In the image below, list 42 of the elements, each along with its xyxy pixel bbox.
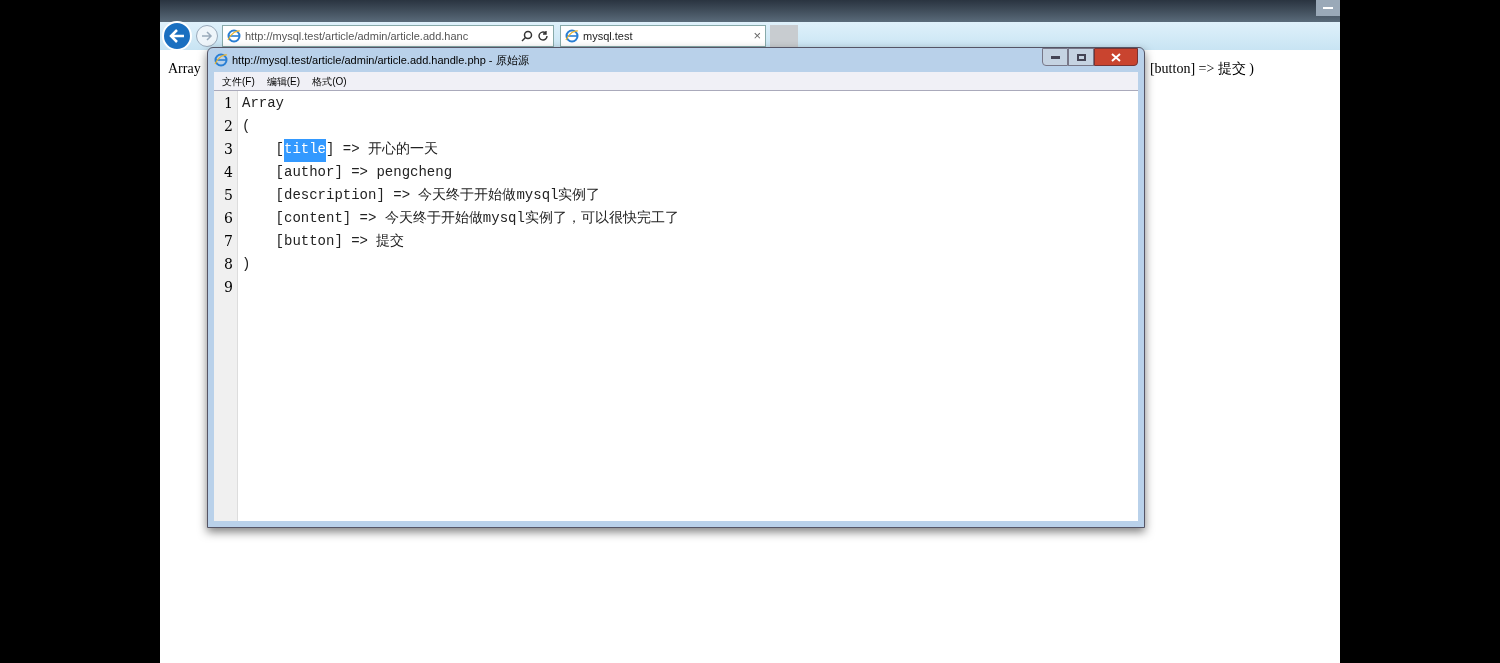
line-number: 1 [223, 94, 234, 113]
line-number: 4 [223, 163, 234, 182]
browser-e-icon [214, 53, 228, 67]
code-text: [author] => pengcheng [274, 163, 453, 182]
code-text: [ [274, 140, 284, 159]
browser-e-icon [565, 29, 579, 43]
address-field[interactable]: http://mysql.test/article/admin/article.add.hanc [222, 25, 554, 47]
refresh-icon[interactable] [537, 30, 549, 42]
line-number: 9 [223, 278, 234, 297]
tab-title: mysql.test [583, 28, 634, 44]
browser-tab[interactable]: mysql.test × [560, 25, 766, 47]
line-number: 3 [223, 140, 234, 159]
code-text: ] => 开心的一天 [326, 140, 439, 159]
line-number: 5 [223, 186, 234, 205]
code-text: Array [242, 94, 284, 113]
selected-code-text: title [284, 139, 327, 162]
page-text: Array [168, 60, 201, 78]
menu-item[interactable]: 文件(F) [222, 73, 255, 89]
browser-e-icon [227, 29, 241, 43]
line-number: 7 [223, 232, 234, 251]
address-text: http://mysql.test/article/admin/article.add.hanc [245, 28, 470, 44]
line-number: 8 [223, 255, 234, 274]
code-text: [button] => 提交 [274, 232, 405, 251]
line-number: 2 [223, 117, 234, 136]
code-text: [content] => 今天终于开始做mysql实例了，可以很快完工了 [274, 209, 679, 228]
minimize-button[interactable] [1042, 48, 1068, 66]
back-arrow-icon [169, 29, 185, 43]
window-title: http://mysql.test/article/admin/article.add.handle.php - 原始源 [232, 52, 529, 68]
back-button[interactable] [162, 21, 192, 51]
close-button[interactable] [1094, 48, 1138, 66]
forward-arrow-icon [201, 31, 213, 41]
maximize-button[interactable] [1068, 48, 1094, 66]
code-text: ) [242, 255, 251, 274]
menu-item[interactable]: 格式(O) [312, 73, 347, 89]
code-text: ( [242, 117, 251, 136]
search-icon[interactable] [521, 30, 533, 42]
code-text: [description] => 今天终于开始做mysql实例了 [274, 186, 601, 205]
menu-item[interactable]: 编辑(E) [266, 73, 301, 89]
tab-close-button[interactable]: × [753, 26, 761, 46]
page-text: [button] => 提交 ) [1149, 60, 1254, 78]
close-icon [1111, 52, 1121, 62]
line-number: 6 [223, 209, 234, 228]
